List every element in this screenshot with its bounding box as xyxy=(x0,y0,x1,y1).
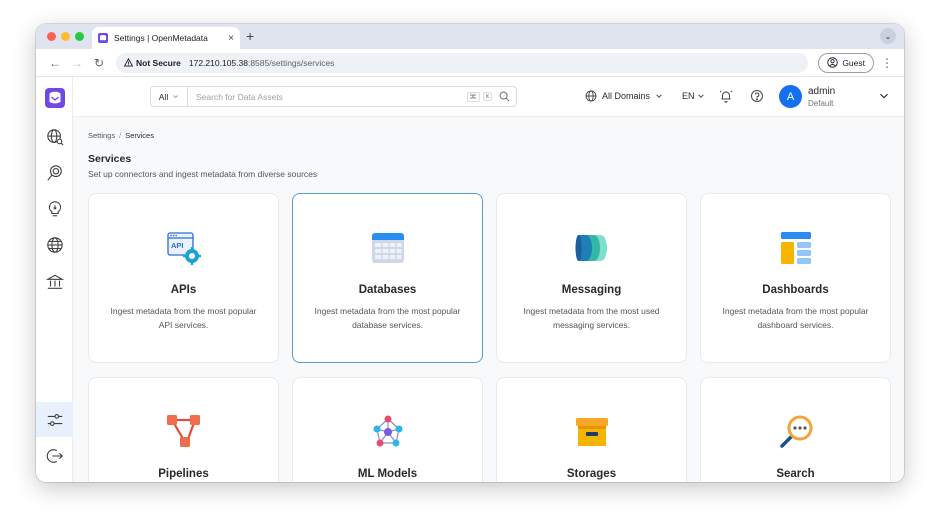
card-description: Ingest metadata from the most used messa… xyxy=(523,306,660,330)
ml-model-icon xyxy=(293,414,482,450)
back-arrow-icon[interactable]: ← xyxy=(44,56,66,70)
security-indicator[interactable]: Not Secure xyxy=(124,58,181,68)
search-service-icon xyxy=(701,414,890,450)
tab-close-icon[interactable]: × xyxy=(228,33,234,44)
openmetadata-favicon-icon xyxy=(98,33,108,43)
card-title: Dashboards xyxy=(762,284,829,296)
user-role: Default xyxy=(808,99,834,108)
forward-arrow-icon[interactable]: → xyxy=(66,56,88,70)
domain-selector[interactable]: All Domains xyxy=(585,90,663,102)
help-icon[interactable] xyxy=(750,89,764,103)
dashboard-icon xyxy=(701,230,890,266)
close-window-button[interactable] xyxy=(47,32,56,41)
explore-globe-icon[interactable] xyxy=(36,122,73,152)
notification-bell-icon[interactable] xyxy=(719,89,733,103)
card-title: ML Models xyxy=(357,468,418,480)
service-card-search[interactable]: Search xyxy=(700,377,891,482)
messaging-icon xyxy=(497,230,686,266)
data-quality-search-icon[interactable] xyxy=(36,158,73,188)
card-title: Storages xyxy=(566,468,617,480)
browser-window: Settings | OpenMetadata × + ⌄ ← → ↻ Not … xyxy=(36,24,904,482)
browser-tab[interactable]: Settings | OpenMetadata × xyxy=(92,27,240,49)
domains-globe-icon[interactable] xyxy=(36,230,73,260)
svg-text:API: API xyxy=(171,241,184,250)
card-title: APIs xyxy=(170,284,197,296)
pipeline-icon xyxy=(89,414,278,450)
shortcut-cmd-key: ⌘ xyxy=(466,91,480,102)
tab-search-chevron-icon[interactable]: ⌄ xyxy=(880,28,896,44)
search-icon[interactable] xyxy=(499,91,510,102)
url-field[interactable]: Not Secure 172.210.105.38:8585/settings/… xyxy=(116,52,809,73)
top-navbar: All ⌘ x All Domains xyxy=(73,77,904,117)
database-icon xyxy=(293,230,482,266)
governance-bank-icon[interactable] xyxy=(36,267,73,297)
breadcrumb-current: Services xyxy=(125,131,154,140)
page-title: Services xyxy=(88,153,132,165)
settings-sliders-icon[interactable] xyxy=(36,402,73,437)
service-card-databases[interactable]: Databases Ingest metadata from the most … xyxy=(292,193,483,363)
guest-profile-button[interactable]: Guest xyxy=(818,52,874,73)
chevron-down-icon xyxy=(173,95,179,99)
tab-title: Settings | OpenMetadata xyxy=(114,33,208,43)
chevron-down-icon xyxy=(656,94,662,98)
address-bar: ← → ↻ Not Secure 172.210.105.38:8585/set… xyxy=(36,49,904,77)
user-menu-chevron-icon[interactable] xyxy=(879,91,889,101)
domain-selector-label: All Domains xyxy=(602,91,651,101)
language-label: EN xyxy=(682,91,695,101)
logout-icon[interactable] xyxy=(36,441,73,471)
tab-strip: Settings | OpenMetadata × + ⌄ xyxy=(36,24,904,49)
reload-icon[interactable]: ↻ xyxy=(88,56,110,70)
card-description: Ingest metadata from the most popular da… xyxy=(314,306,461,330)
service-card-storages[interactable]: Storages xyxy=(496,377,687,482)
language-selector[interactable]: EN xyxy=(682,91,705,101)
page-subtitle: Set up connectors and ingest metadata fr… xyxy=(88,169,318,179)
maximize-window-button[interactable] xyxy=(75,32,84,41)
left-sidebar xyxy=(36,77,73,482)
card-title: Databases xyxy=(358,284,417,296)
card-description: Ingest metadata from the most popular AP… xyxy=(110,306,257,330)
chevron-down-icon xyxy=(697,94,704,98)
new-tab-button[interactable]: + xyxy=(246,28,254,44)
card-title: Pipelines xyxy=(158,468,209,480)
openmetadata-app: All ⌘ x All Domains xyxy=(36,77,904,482)
user-avatar[interactable]: A xyxy=(779,85,802,108)
user-name: admin xyxy=(808,86,836,97)
global-search-bar: All ⌘ x xyxy=(150,86,517,107)
search-input[interactable] xyxy=(188,91,467,102)
main-content: All ⌘ x All Domains xyxy=(73,77,904,482)
api-icon: API xyxy=(89,230,278,266)
service-card-ml-models[interactable]: ML Models xyxy=(292,377,483,482)
openmetadata-logo-icon[interactable] xyxy=(36,83,73,113)
insights-lightbulb-icon[interactable] xyxy=(36,194,73,224)
minimize-window-button[interactable] xyxy=(61,32,70,41)
profile-icon xyxy=(827,57,839,68)
guest-label: Guest xyxy=(842,57,865,68)
card-title: Search xyxy=(776,468,815,480)
storage-icon xyxy=(497,414,686,450)
card-description: Ingest metadata from the most popular da… xyxy=(722,306,869,330)
browser-menu-icon[interactable]: ⋮ xyxy=(878,56,896,70)
search-filter-label: All xyxy=(158,91,169,102)
card-title: Messaging xyxy=(561,284,622,296)
globe-icon xyxy=(585,90,597,102)
url-path: :8585/settings/services xyxy=(247,57,335,68)
breadcrumb-settings-link[interactable]: Settings xyxy=(88,131,115,140)
service-card-dashboards[interactable]: Dashboards Ingest metadata from the most… xyxy=(700,193,891,363)
service-card-messaging[interactable]: Messaging Ingest metadata from the most … xyxy=(496,193,687,363)
url-host: 172.210.105.38 xyxy=(188,57,248,68)
service-card-apis[interactable]: API APIs Ingest metadata from the most p… xyxy=(88,193,279,363)
breadcrumb: Settings / Services xyxy=(88,131,154,140)
security-label: Not Secure xyxy=(136,57,181,68)
shortcut-x-key: x xyxy=(482,92,492,101)
warning-triangle-icon xyxy=(124,58,133,67)
breadcrumb-separator: / xyxy=(119,131,122,140)
search-filter-dropdown[interactable]: All xyxy=(151,87,188,106)
service-card-pipelines[interactable]: Pipelines xyxy=(88,377,279,482)
